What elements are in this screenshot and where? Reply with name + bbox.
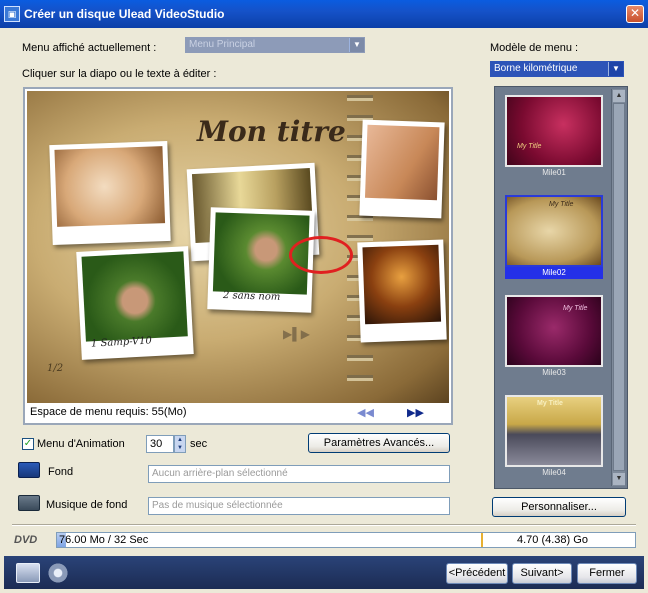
template-thumb-mile04[interactable]: My Title Mile04 <box>505 395 603 479</box>
capacity-marker <box>481 533 483 547</box>
caption-item-2[interactable]: 2 sans nom <box>223 290 281 303</box>
animation-checkbox[interactable]: ✓ <box>22 438 34 450</box>
scroll-down-icon[interactable]: ▼ <box>613 473 625 485</box>
preview-page-nav-icon: ▶▌▶ <box>283 327 310 341</box>
thumb-title: My Title <box>549 201 574 208</box>
current-menu-dropdown[interactable]: Menu Principal ▼ <box>185 37 365 53</box>
title-bar: ▣ Créer un disque Ulead VideoStudio ✕ <box>0 0 648 28</box>
previous-page-button[interactable]: ◀◀ <box>357 406 374 419</box>
menu-space-required: Espace de menu requis: 55(Mo) <box>30 406 187 418</box>
capacity-used-text: 76.00 Mo / 32 Sec <box>59 534 149 546</box>
background-field[interactable]: Aucun arrière-plan sélectionné <box>148 465 450 483</box>
app-icon: ▣ <box>4 6 20 22</box>
chevron-down-icon: ▼ <box>608 62 623 76</box>
thumb-title: My Title <box>537 400 563 407</box>
template-thumb-mile03[interactable]: My Title Mile03 <box>505 295 603 379</box>
capacity-total-text: 4.70 (4.38) Go <box>517 534 588 546</box>
thumb-title: My Title <box>517 143 542 150</box>
thumb-name: Mile02 <box>505 267 603 279</box>
template-thumb-mile01[interactable]: My Title Mile01 <box>505 95 603 179</box>
thumbnails-scrollbar[interactable]: ▲ ▼ <box>611 89 625 486</box>
disc-type-label: DVD <box>14 534 38 546</box>
preview-menu-title[interactable]: Mon titre <box>197 115 346 148</box>
background-icon[interactable] <box>18 462 40 478</box>
background-label: Fond <box>48 466 74 478</box>
thumb-name: Mile01 <box>542 168 566 177</box>
settings-gear-icon[interactable] <box>46 563 70 583</box>
customize-button[interactable]: Personnaliser... <box>492 497 626 517</box>
advanced-settings-button[interactable]: Paramètres Avancés... <box>308 433 450 453</box>
photo-right-top <box>359 119 445 219</box>
preview-page-number: 1/2 <box>47 363 64 374</box>
capacity-meter: 76.00 Mo / 32 Sec 4.70 (4.38) Go <box>56 532 636 548</box>
menu-preview[interactable]: Mon titre 1 Samp-V10 2 sans nom ▶▌▶ 1/2 … <box>23 87 453 425</box>
music-label: Musique de fond <box>46 499 128 511</box>
current-menu-value: Menu Principal <box>189 39 256 50</box>
chevron-down-icon: ▼ <box>349 38 364 52</box>
preview-canvas[interactable]: Mon titre 1 Samp-V10 2 sans nom ▶▌▶ 1/2 <box>27 91 449 403</box>
template-thumb-mile02[interactable]: My Title Mile02 <box>505 195 603 279</box>
photo-right-bottom <box>357 239 447 343</box>
animation-seconds-input[interactable]: 30 <box>146 435 174 453</box>
disc-capacity-bar: DVD 76.00 Mo / 32 Sec 4.70 (4.38) Go <box>12 531 636 551</box>
next-page-button[interactable]: ▶▶ <box>407 406 424 419</box>
music-icon[interactable] <box>18 495 40 511</box>
edit-hint-label: Cliquer sur la diapo ou le texte à édite… <box>22 68 217 80</box>
thumb-name: Mile04 <box>542 468 566 477</box>
window-title: Créer un disque Ulead VideoStudio <box>24 7 225 21</box>
template-value: Borne kilométrique <box>494 63 578 74</box>
selection-highlight-ring <box>289 236 353 274</box>
animation-label: Menu d'Animation <box>37 438 125 450</box>
music-field[interactable]: Pas de musique sélectionnée <box>148 497 450 515</box>
template-thumbnails: My Title Mile01 My Title Mile02 My Title… <box>494 86 628 489</box>
close-button[interactable]: ✕ <box>626 5 644 23</box>
seconds-unit: sec <box>190 438 208 450</box>
bottom-toolbar: <Précédent Suivant> Fermer <box>4 556 644 589</box>
scroll-up-icon[interactable]: ▲ <box>613 90 625 102</box>
thumb-title: My Title <box>563 305 588 312</box>
dialog-body: Menu affiché actuellement : Menu Princip… <box>4 28 644 589</box>
thumb-name: Mile03 <box>542 368 566 377</box>
template-label: Modèle de menu : <box>490 42 579 54</box>
current-menu-label: Menu affiché actuellement : <box>22 42 157 54</box>
template-dropdown[interactable]: Borne kilométrique ▼ <box>490 61 624 77</box>
previous-button[interactable]: <Précédent <box>446 563 508 584</box>
disc-output-icon[interactable] <box>16 563 40 583</box>
close-dialog-button[interactable]: Fermer <box>577 563 637 584</box>
preview-status-bar: Espace de menu requis: 55(Mo) ◀◀ ▶▶ <box>27 404 449 422</box>
photo-rose <box>49 140 171 246</box>
seconds-spinner[interactable]: ▲ ▼ <box>174 435 186 453</box>
scroll-thumb[interactable] <box>613 103 625 471</box>
divider <box>12 524 636 526</box>
next-button[interactable]: Suivant> <box>512 563 572 584</box>
